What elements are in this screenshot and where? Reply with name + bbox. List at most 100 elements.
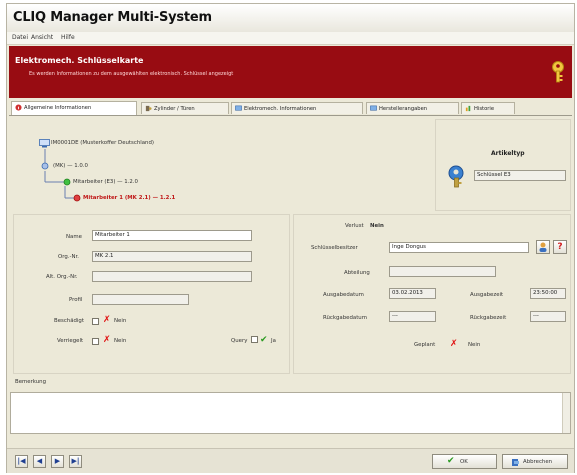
lost-value: Nein [370, 223, 384, 229]
tree-node-employees[interactable]: Mitarbeiter (E3) — 1.2.0 [73, 179, 138, 185]
alt-org-number-label: Alt. Org.-Nr. [46, 274, 78, 280]
no-x-icon: ✗ [103, 335, 111, 345]
key-holder-field[interactable]: Inge Dongus [389, 242, 529, 253]
system-icon [39, 139, 50, 148]
tab-manufacturer-info[interactable]: Herstellerangaben [366, 102, 459, 114]
name-label: Name [66, 234, 82, 240]
issue-time-label: Ausgabezeit [470, 292, 504, 298]
monitor-icon [235, 105, 242, 111]
damaged-checkbox[interactable] [92, 318, 99, 325]
remark-textarea[interactable] [10, 392, 571, 434]
menu-view[interactable]: Ansicht [31, 34, 53, 41]
person-icon [539, 242, 547, 252]
lost-label: Verlust [345, 223, 364, 229]
article-type-panel: Artikeltyp Schlüssel E3 [435, 119, 571, 211]
profile-label: Profil [69, 297, 83, 303]
return-date-label: Rückgabedatum [323, 315, 367, 321]
previous-record-icon: ◀ [36, 457, 43, 465]
cancel-button[interactable]: Abbrechen [502, 454, 568, 469]
query-checkbox[interactable] [251, 336, 258, 343]
ok-button[interactable]: ✔ OK [432, 454, 497, 469]
locked-value: Nein [114, 338, 127, 344]
tab-label: Allgemeine Informationen [24, 105, 92, 111]
issue-time-field[interactable]: 23:50:00 [530, 288, 566, 299]
history-icon [465, 105, 471, 112]
tab-history[interactable]: Historie [461, 102, 515, 114]
remark-scrollbar[interactable] [562, 393, 570, 433]
tab-label: Historie [474, 106, 495, 112]
cancel-door-icon [512, 459, 519, 466]
alt-org-number-field[interactable] [92, 271, 252, 282]
next-record-icon: ▶ [54, 457, 61, 465]
key-details-right: Verlust Nein Schlüsselbesitzer Inge Dong… [293, 214, 571, 374]
query-value: Ja [271, 338, 276, 344]
return-date-field[interactable]: --- [389, 311, 436, 322]
tab-label: Elektromech. Informationen [244, 106, 317, 112]
tree-node-mk[interactable]: (MK) — 1.0.0 [53, 163, 88, 169]
banner-heading: Elektromech. Schlüsselkarte [15, 56, 144, 65]
key-holder-label: Schlüsselbesitzer [311, 245, 358, 251]
main-window: CLIQ Manager Multi-System Datei Ansicht … [6, 3, 575, 473]
tab-label: Zylinder / Türen [154, 106, 195, 112]
last-record-button[interactable]: ▶| [69, 455, 82, 468]
no-x-icon: ✗ [450, 339, 458, 349]
tree-root[interactable]: IM0001DE (Musterkoffer Deutschland) [51, 140, 154, 146]
no-x-icon: ✗ [103, 315, 111, 325]
issue-date-label: Ausgabedatum [323, 292, 364, 298]
help-button[interactable]: ? [553, 240, 567, 254]
monitor-icon [370, 105, 377, 111]
window-title: CLIQ Manager Multi-System [13, 10, 212, 25]
department-field[interactable] [389, 266, 496, 277]
question-icon: ? [557, 242, 563, 252]
ok-check-icon: ✔ [447, 456, 455, 466]
query-label: Query [231, 338, 248, 344]
first-record-icon: |◀ [17, 457, 26, 465]
key-icon [552, 61, 564, 83]
issue-date-field[interactable]: 03.02.2013 [389, 288, 436, 299]
ok-label: OK [460, 459, 468, 465]
department-label: Abteilung [344, 270, 370, 276]
first-record-button[interactable]: |◀ [15, 455, 28, 468]
next-record-button[interactable]: ▶ [51, 455, 64, 468]
node-icon [41, 162, 49, 170]
cylinder-icon [145, 105, 152, 112]
remark-label: Bemerkung [15, 379, 47, 385]
node-icon [63, 178, 71, 186]
key-node-icon [73, 194, 81, 202]
return-time-label: Rückgabezeit [470, 315, 507, 321]
title-bar: CLIQ Manager Multi-System [7, 4, 574, 32]
tab-electromech-info[interactable]: Elektromech. Informationen [231, 102, 363, 114]
select-holder-button[interactable] [536, 240, 550, 254]
banner-subtitle: Es werden Informationen zu dem ausgewähl… [29, 71, 234, 77]
org-number-label: Org.-Nr. [58, 254, 79, 260]
header-banner: Elektromech. Schlüsselkarte Es werden In… [9, 46, 572, 98]
tab-general-info[interactable]: Allgemeine Informationen [11, 101, 137, 115]
locked-label: Verriegelt [57, 338, 84, 344]
last-record-icon: ▶| [71, 457, 80, 465]
key-card-icon [448, 165, 464, 188]
tab-cylinders-doors[interactable]: Zylinder / Türen [141, 102, 229, 114]
tab-label: Herstellerangaben [379, 106, 428, 112]
tree-node-selected-key[interactable]: Mitarbeiter 1 (MK 2.1) — 1.2.1 [83, 195, 175, 201]
menu-file[interactable]: Datei [12, 34, 28, 41]
info-icon [15, 104, 22, 111]
planned-label: Geplant [414, 342, 436, 348]
planned-value: Nein [468, 342, 481, 348]
damaged-label: Beschädigt [54, 318, 84, 324]
tab-strip: Allgemeine Informationen Zylinder / Türe… [9, 101, 572, 116]
key-tree-panel: IM0001DE (Musterkoffer Deutschland) (MK)… [13, 119, 428, 211]
name-field[interactable]: Mitarbeiter 1 [92, 230, 252, 241]
yes-check-icon: ✔ [260, 335, 268, 345]
cancel-label: Abbrechen [523, 459, 553, 465]
return-time-field[interactable]: --- [530, 311, 566, 322]
damaged-value: Nein [114, 318, 127, 324]
menu-help[interactable]: Hilfe [61, 34, 75, 41]
article-type-field: Schlüssel E3 [474, 170, 566, 181]
org-number-field[interactable]: MK 2.1 [92, 251, 252, 262]
key-details-left: Name Mitarbeiter 1 Org.-Nr. MK 2.1 Alt. … [13, 214, 290, 374]
profile-field[interactable] [92, 294, 189, 305]
menu-bar: Datei Ansicht Hilfe [7, 32, 574, 45]
article-type-label: Artikeltyp [491, 150, 525, 157]
previous-record-button[interactable]: ◀ [33, 455, 46, 468]
locked-checkbox[interactable] [92, 338, 99, 345]
